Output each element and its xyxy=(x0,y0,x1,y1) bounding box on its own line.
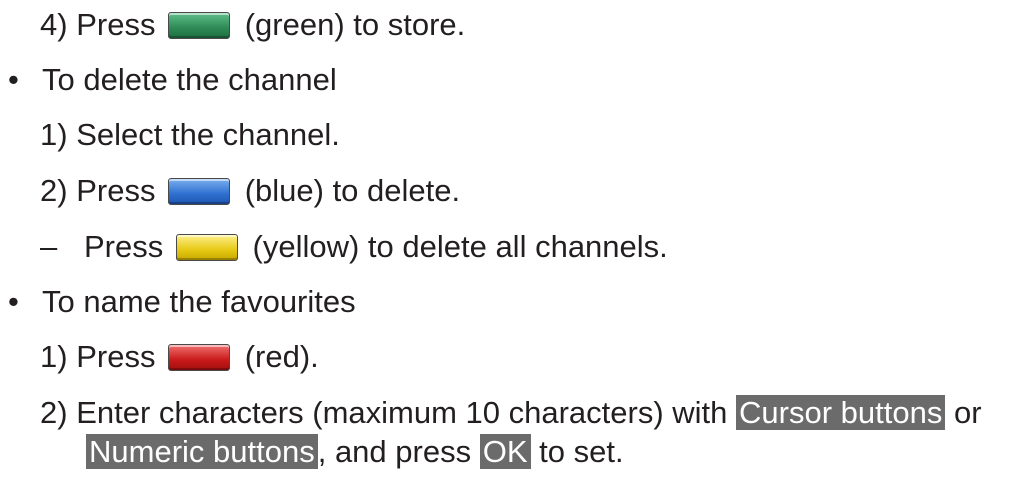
press-text: Press xyxy=(76,173,156,208)
step-text: (blue) to delete. xyxy=(244,173,461,208)
step-number: 1) xyxy=(40,339,68,374)
step-number: 1) xyxy=(40,117,68,152)
red-button-icon xyxy=(168,344,231,371)
press-text: Press xyxy=(76,339,156,374)
bullet-delete-channel: • To delete the channel xyxy=(8,61,337,99)
bullet-heading: To name the favourites xyxy=(42,284,356,319)
green-button-icon xyxy=(168,12,231,39)
yellow-button-icon xyxy=(175,234,238,261)
step-text: to set. xyxy=(539,434,624,469)
cursor-buttons-label: Cursor buttons xyxy=(736,395,946,430)
name-step-2-line: 2) Enter characters (maximum 10 characte… xyxy=(40,394,982,432)
step-text: Select the channel. xyxy=(76,117,340,152)
delete-step-2-line: 2) Press (blue) to delete. xyxy=(40,172,460,210)
blue-button-icon xyxy=(168,178,231,205)
bullet-heading: To delete the channel xyxy=(42,62,337,97)
step-text: (yellow) to delete all channels. xyxy=(252,229,668,264)
numeric-buttons-label: Numeric buttons xyxy=(86,434,318,469)
step-text: (red). xyxy=(244,339,319,374)
step-number: 2) xyxy=(40,395,68,430)
delete-all-line: – Press (yellow) to delete all channels. xyxy=(40,228,668,266)
bullet-name-favourites: • To name the favourites xyxy=(8,283,356,321)
ok-button-label: OK xyxy=(479,434,531,469)
step-text: (green) to store. xyxy=(244,7,466,42)
step-text: or xyxy=(953,395,982,430)
bullet-marker: • xyxy=(8,62,19,97)
press-text: Press xyxy=(84,229,164,264)
step-text: , and press xyxy=(317,434,472,469)
name-step-2-line-cont: Numeric buttons, and press OK to set. xyxy=(86,433,624,471)
step-4-line: 4) Press (green) to store. xyxy=(40,6,465,44)
step-text: Enter characters (maximum 10 characters)… xyxy=(76,395,728,430)
bullet-marker: • xyxy=(8,284,19,319)
delete-step-1-line: 1) Select the channel. xyxy=(40,116,340,154)
step-number: 2) xyxy=(40,173,68,208)
dash-marker: – xyxy=(40,229,58,264)
name-step-1-line: 1) Press (red). xyxy=(40,338,319,376)
press-text: Press xyxy=(76,7,156,42)
step-number: 4) xyxy=(40,7,68,42)
